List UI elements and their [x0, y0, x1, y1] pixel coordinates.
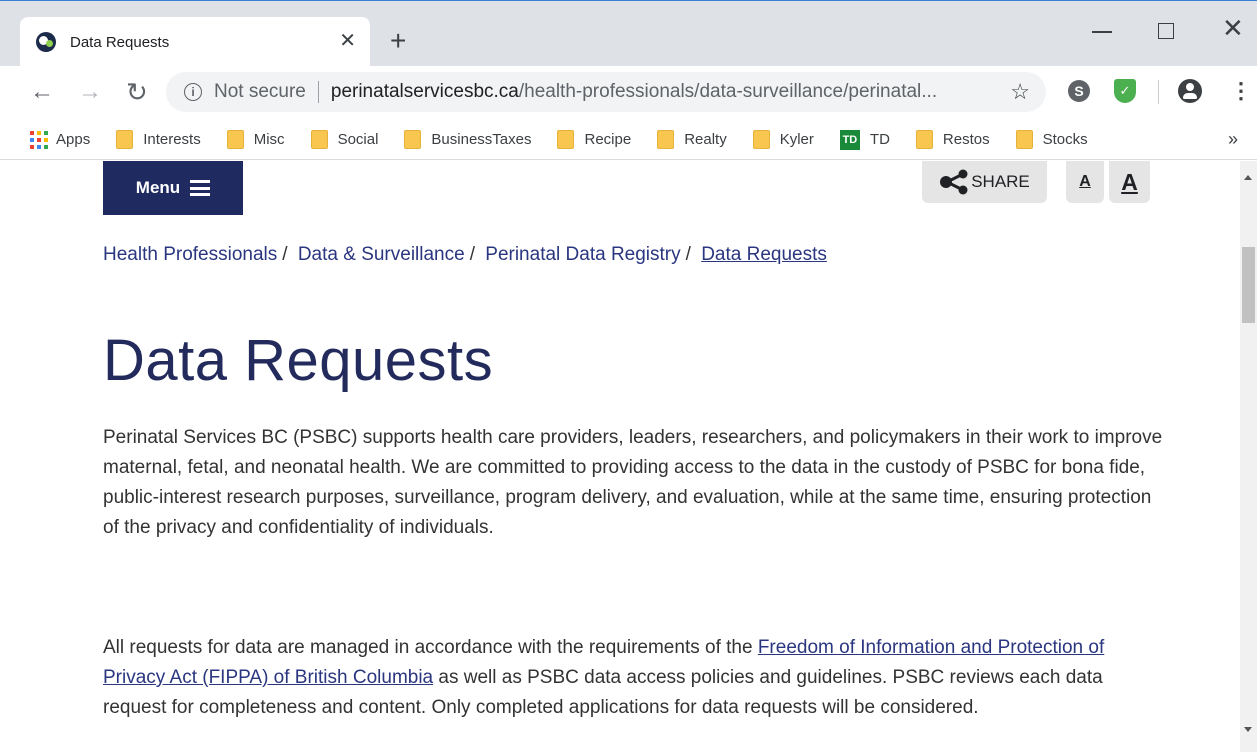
- bookmark-label: BusinessTaxes: [431, 131, 532, 148]
- bookmark-label: Social: [337, 131, 379, 148]
- more-bookmarks-icon[interactable]: »: [1228, 129, 1238, 150]
- breadcrumb-current-page[interactable]: Data Requests: [701, 244, 827, 265]
- bookmark-stocks[interactable]: Stocks: [1015, 130, 1088, 149]
- tab-strip: Data Requests ✕ + ✕: [0, 0, 1257, 67]
- folder-icon: [226, 130, 244, 149]
- folder-icon: [404, 130, 422, 149]
- folder-icon: [915, 130, 933, 149]
- site-favicon-icon: [36, 32, 56, 52]
- bookmark-realty[interactable]: Realty: [657, 130, 727, 149]
- breadcrumb-separator: /: [685, 244, 691, 265]
- bookmark-recipe[interactable]: Recipe: [557, 130, 631, 149]
- bookmark-interests[interactable]: Interests: [116, 130, 201, 149]
- tab-title: Data Requests: [70, 33, 170, 51]
- bookmark-restos[interactable]: Restos: [915, 130, 990, 149]
- bookmark-label: Recipe: [584, 131, 632, 148]
- bookmark-social[interactable]: Social: [310, 130, 379, 149]
- share-icon: [939, 169, 969, 195]
- bookmark-star-icon[interactable]: ☆: [1010, 79, 1030, 105]
- bookmark-misc[interactable]: Misc: [226, 130, 285, 149]
- menu-label: Menu: [135, 178, 181, 197]
- shield-extension-icon[interactable]: ✓: [1114, 79, 1136, 103]
- close-window-button[interactable]: ✕: [1222, 13, 1244, 44]
- folder-icon: [657, 130, 675, 149]
- breadcrumb-link-perinatal-data-registry[interactable]: Perinatal Data Registry: [485, 244, 680, 265]
- page-title: Data Requests: [103, 328, 494, 393]
- close-tab-icon[interactable]: ✕: [339, 31, 356, 51]
- bookmark-apps[interactable]: Apps: [30, 130, 91, 149]
- folder-icon: [752, 130, 770, 149]
- profile-avatar-icon[interactable]: [1178, 79, 1202, 103]
- bookmark-label: TD: [869, 131, 890, 148]
- bookmark-label: Interests: [143, 131, 201, 148]
- fippa-paragraph: All requests for data are managed in acc…: [103, 633, 1163, 723]
- breadcrumb-separator: /: [469, 244, 475, 265]
- bookmark-label: Restos: [942, 131, 990, 148]
- scroll-thumb[interactable]: [1242, 247, 1255, 323]
- hamburger-icon: [190, 180, 211, 196]
- folder-icon: [557, 130, 575, 149]
- back-button[interactable]: ←: [30, 78, 54, 106]
- paragraph-text: All requests for data are managed in acc…: [103, 637, 758, 658]
- bookmark-label: Realty: [684, 131, 727, 148]
- more-menu-icon[interactable]: ⋮: [1230, 80, 1252, 102]
- info-icon[interactable]: i: [184, 83, 202, 101]
- bookmark-label: Kyler: [779, 131, 814, 148]
- bookmark-kyler[interactable]: Kyler: [752, 130, 814, 149]
- intro-paragraph: Perinatal Services BC (PSBC) supports he…: [103, 427, 1163, 538]
- share-label: SHARE: [971, 172, 1030, 191]
- menu-button[interactable]: Menu: [103, 161, 243, 215]
- new-tab-button[interactable]: +: [390, 27, 406, 55]
- breadcrumb-separator: /: [282, 244, 288, 265]
- reload-button[interactable]: ↻: [126, 78, 148, 106]
- td-bank-icon: TD: [839, 129, 860, 150]
- breadcrumb-link-data-surveillance[interactable]: Data & Surveillance: [298, 244, 465, 265]
- address-divider: [317, 81, 319, 103]
- url-path: /health-professionals/data-surveillance/…: [518, 81, 938, 102]
- apps-grid-icon: [30, 130, 48, 149]
- scroll-down-arrow-icon[interactable]: [1244, 727, 1252, 732]
- minimize-window-button[interactable]: [1092, 31, 1112, 33]
- skype-extension-icon[interactable]: S: [1068, 80, 1090, 102]
- folder-icon: [1015, 130, 1033, 149]
- maximize-window-button[interactable]: [1158, 23, 1174, 39]
- bookmark-label: Apps: [56, 131, 91, 148]
- not-secure-label: Not secure: [214, 81, 306, 102]
- scroll-up-arrow-icon[interactable]: [1244, 175, 1252, 180]
- page-scrollbar[interactable]: [1240, 161, 1257, 752]
- toolbar-divider: [1158, 80, 1159, 104]
- bookmark-label: Stocks: [1042, 131, 1088, 148]
- browser-tab[interactable]: Data Requests ✕: [20, 17, 370, 67]
- web-page: Menu SHARE A A Health Professionals / Dat…: [0, 161, 1240, 752]
- breadcrumb: Health Professionals / Data & Surveillanc…: [103, 244, 827, 266]
- address-bar[interactable]: i Not secure perinatalservicesbc.ca /hea…: [166, 72, 1046, 112]
- bookmark-businesstaxes[interactable]: BusinessTaxes: [404, 130, 531, 149]
- bookmark-td[interactable]: TD TD: [839, 129, 890, 150]
- breadcrumb-link-health-professionals[interactable]: Health Professionals: [103, 244, 277, 265]
- font-size-large-button[interactable]: A: [1109, 161, 1150, 203]
- folder-icon: [116, 130, 134, 149]
- bookmarks-bar: Apps Interests Misc Social BusinessTaxes…: [0, 120, 1257, 160]
- folder-icon: [310, 130, 328, 149]
- font-size-small-button[interactable]: A: [1066, 161, 1104, 203]
- share-button[interactable]: SHARE: [922, 161, 1047, 203]
- url-host: perinatalservicesbc.ca: [330, 81, 519, 102]
- forward-button[interactable]: →: [78, 78, 102, 106]
- bookmark-label: Misc: [253, 131, 285, 148]
